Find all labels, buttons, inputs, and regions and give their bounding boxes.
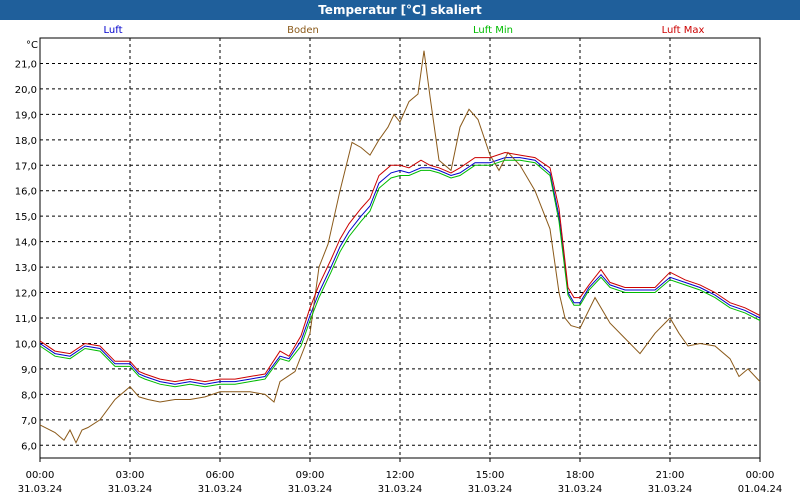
y-axis-label: °C [26, 40, 38, 51]
y-tick-label: 14,0 [15, 238, 37, 249]
x-axis: 00:00 31.03.24 03:00 31.03.24 06:00 31.03.24 0… [18, 458, 783, 495]
y-tick-label: 20,0 [15, 85, 37, 96]
x-tick-time: 00:00 [746, 470, 775, 481]
legend-entry-luft: Luft [104, 25, 123, 36]
x-tick-time: 03:00 [116, 470, 145, 481]
x-tick-date: 31.03.24 [558, 484, 603, 495]
y-axis: 6,0 7,0 8,0 9,0 10,0 11,0 12,0 13,0 14,0 15,0 16,0… [15, 59, 37, 452]
x-tick-date: 01.04.24 [738, 484, 783, 495]
x-tick-date: 31.03.24 [18, 484, 63, 495]
x-tick-time: 18:00 [566, 470, 595, 481]
legend-entry-luft-min: Luft Min [473, 25, 513, 36]
x-tick-time: 00:00 [26, 470, 55, 481]
y-tick-label: 21,0 [15, 59, 37, 70]
y-tick-label: 11,0 [15, 314, 37, 325]
legend-entry-boden: Boden [287, 25, 319, 36]
x-tick-date: 31.03.24 [288, 484, 333, 495]
y-tick-label: 6,0 [21, 441, 37, 452]
y-tick-label: 17,0 [15, 161, 37, 172]
y-tick-label: 9,0 [21, 365, 37, 376]
y-tick-label: 15,0 [15, 212, 37, 223]
x-tick-date: 31.03.24 [198, 484, 243, 495]
x-tick-date: 31.03.24 [468, 484, 513, 495]
x-tick-time: 12:00 [386, 470, 415, 481]
y-tick-label: 7,0 [21, 416, 37, 427]
legend-entry-luft-max: Luft Max [662, 25, 705, 36]
y-tick-label: 19,0 [15, 110, 37, 121]
temperature-chart: Luft Boden Luft Min Luft Max 6,0 7,0 8,0 9,0 10… [15, 25, 783, 495]
y-tick-label: 13,0 [15, 263, 37, 274]
y-tick-label: 10,0 [15, 339, 37, 350]
x-tick-date: 31.03.24 [108, 484, 153, 495]
legend: Luft Boden Luft Min Luft Max [104, 25, 705, 36]
y-tick-label: 8,0 [21, 390, 37, 401]
y-tick-label: 12,0 [15, 289, 37, 300]
y-tick-label: 18,0 [15, 136, 37, 147]
y-tick-label: 16,0 [15, 187, 37, 198]
x-tick-time: 09:00 [296, 470, 325, 481]
x-tick-time: 15:00 [476, 470, 505, 481]
x-tick-date: 31.03.24 [378, 484, 423, 495]
x-tick-date: 31.03.24 [648, 484, 693, 495]
x-tick-time: 06:00 [206, 470, 235, 481]
x-tick-time: 21:00 [656, 470, 685, 481]
